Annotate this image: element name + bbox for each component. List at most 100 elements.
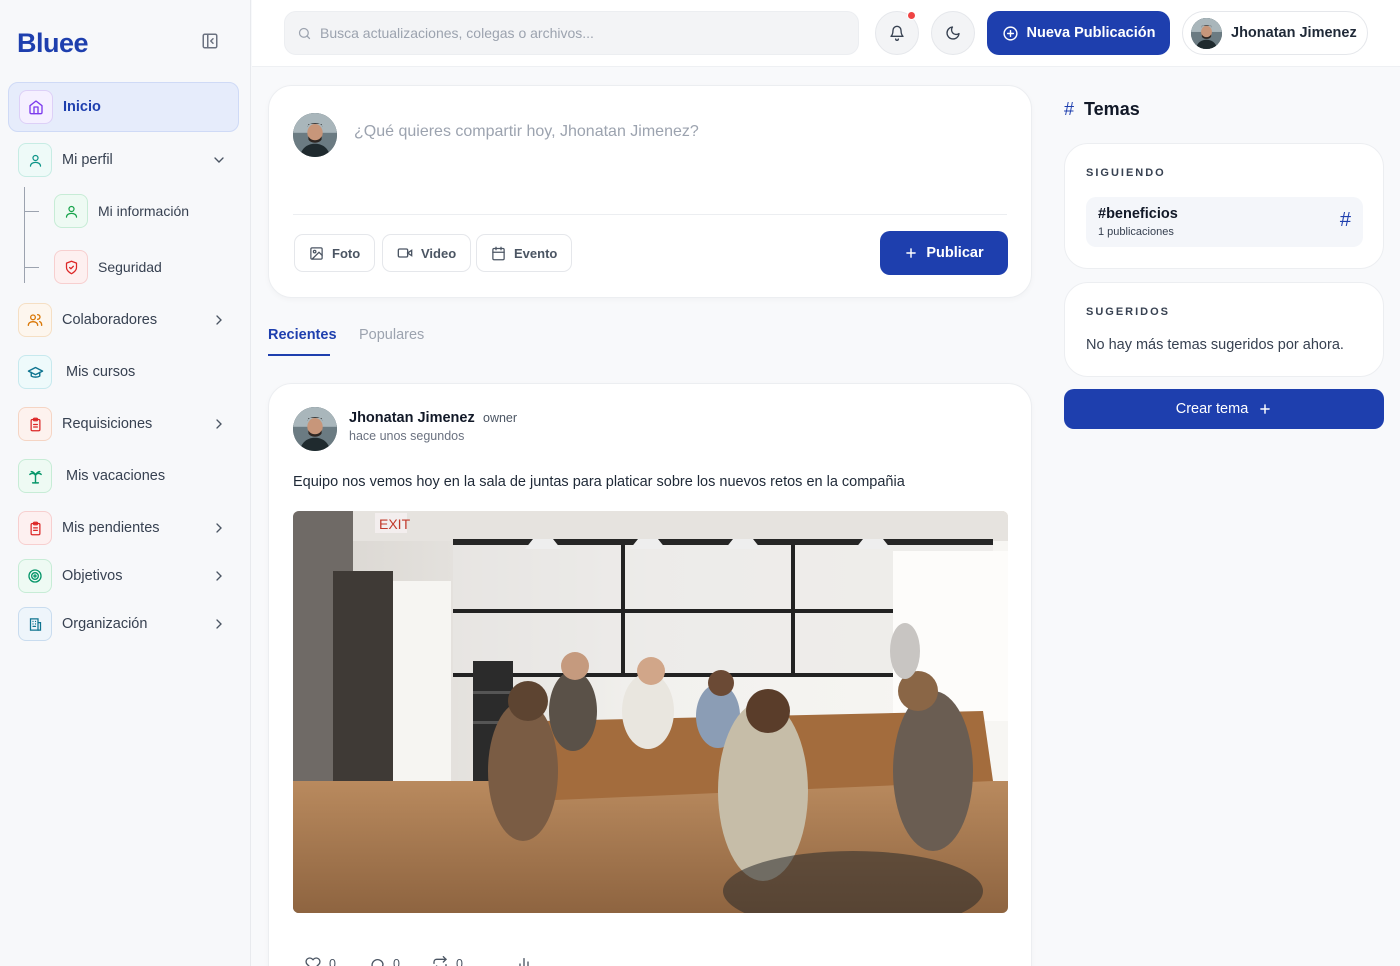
brand-logo[interactable]: Bluee: [17, 28, 89, 59]
bar-chart-icon: [519, 958, 529, 966]
sidebar-item-label: Colaboradores: [62, 312, 158, 328]
create-topic-button[interactable]: Crear tema: [1064, 389, 1384, 429]
comment-icon: [371, 958, 384, 966]
sidebar-item-mis-vacaciones[interactable]: Mis vacaciones: [8, 451, 239, 501]
image-icon: [310, 246, 323, 260]
sidebar-item-label: Organización: [62, 616, 148, 632]
svg-text:EXIT: EXIT: [379, 516, 411, 532]
clipboard-icon: [18, 407, 52, 441]
like-button[interactable]: 0: [305, 956, 336, 966]
publish-label: Publicar: [926, 245, 984, 261]
notifications-button[interactable]: [875, 11, 919, 55]
building-icon: [18, 607, 52, 641]
tree-branch: [24, 267, 39, 268]
clipboard-list-icon: [18, 511, 52, 545]
sidebar-item-label: Mis vacaciones: [66, 468, 166, 484]
search-bar[interactable]: [284, 11, 859, 55]
chevron-right-icon[interactable]: [211, 312, 227, 328]
sidebar-item-label: Objetivos: [62, 568, 123, 584]
plus-icon: [906, 248, 917, 258]
add-event-button[interactable]: Evento: [476, 234, 573, 272]
avatar[interactable]: [293, 407, 337, 451]
sidebar-item-label: Inicio: [63, 99, 101, 115]
new-post-label: Nueva Publicación: [1026, 25, 1156, 41]
sidebar-item-label: Mi perfil: [62, 152, 113, 168]
post-card: Jhonatan Jimenez owner hace unos segundo…: [268, 383, 1032, 966]
repost-button[interactable]: 0: [432, 956, 463, 966]
sidebar-collapse-icon[interactable]: [201, 32, 219, 50]
hashtag-icon: #: [1339, 209, 1351, 231]
topics-header: # Temas: [1064, 99, 1140, 120]
palm-tree-icon: [18, 459, 52, 493]
home-icon: [19, 90, 53, 124]
shield-icon: [54, 250, 88, 284]
sidebar-item-label: Mis pendientes: [62, 520, 160, 536]
plus-circle-icon: [1002, 25, 1018, 41]
chevron-right-icon[interactable]: [211, 416, 227, 432]
sidebar-item-colaboradores[interactable]: Colaboradores: [8, 295, 239, 345]
sidebar-item-inicio[interactable]: Inicio: [8, 82, 239, 132]
post-author[interactable]: Jhonatan Jimenez: [349, 410, 475, 426]
new-post-button[interactable]: Nueva Publicación: [987, 11, 1170, 55]
event-label: Evento: [514, 245, 558, 261]
post-timestamp: hace unos segundos: [349, 429, 465, 443]
add-video-button[interactable]: Video: [382, 234, 472, 272]
following-heading: SIGUIENDO: [1086, 167, 1166, 179]
topic-name: #beneficios: [1098, 206, 1178, 222]
target-icon: [18, 559, 52, 593]
moon-icon: [946, 26, 960, 40]
comment-button[interactable]: 0: [369, 956, 400, 966]
like-count: 0: [329, 957, 336, 966]
sidebar-item-mi-perfil[interactable]: Mi perfil: [8, 135, 239, 185]
chevron-right-icon[interactable]: [211, 568, 227, 584]
sidebar-subitem-mi-informacion[interactable]: Mi información: [54, 193, 189, 229]
notification-dot: [907, 11, 916, 20]
suggested-empty-message: No hay más temas sugeridos por ahora.: [1086, 337, 1344, 353]
chevron-right-icon[interactable]: [211, 616, 227, 632]
graduation-cap-icon: [18, 355, 52, 389]
post-composer: ¿Qué quieres compartir hoy, Jhonatan Jim…: [268, 85, 1032, 298]
add-photo-button[interactable]: Foto: [294, 234, 376, 272]
divider: [293, 214, 1007, 215]
topic-item[interactable]: #beneficios 1 publicaciones #: [1086, 197, 1363, 247]
plus-icon: [1260, 404, 1271, 414]
tab-populares[interactable]: Populares: [359, 327, 424, 343]
suggested-topics-card: SUGERIDOS No hay más temas sugeridos por…: [1064, 282, 1384, 377]
tab-recientes[interactable]: Recientes: [268, 327, 337, 343]
user-icon: [18, 143, 52, 177]
topics-title: Temas: [1084, 99, 1140, 119]
publish-button[interactable]: Publicar: [880, 231, 1008, 275]
following-topics-card: SIGUIENDO #beneficios 1 publicaciones #: [1064, 143, 1384, 269]
chevron-down-icon[interactable]: [211, 152, 227, 168]
theme-toggle-button[interactable]: [931, 11, 975, 55]
post-author-role: owner: [483, 411, 518, 425]
sidebar-item-label: Requisiciones: [62, 416, 153, 432]
suggested-heading: SUGERIDOS: [1086, 306, 1171, 318]
user-menu[interactable]: Jhonatan Jimenez: [1182, 11, 1368, 55]
post-image[interactable]: EXIT: [293, 511, 1008, 913]
sidebar-item-objetivos[interactable]: Objetivos: [8, 551, 239, 601]
avatar: [1191, 17, 1222, 49]
hashtag-icon: #: [1064, 99, 1075, 119]
sidebar-subitem-label: Seguridad: [98, 259, 162, 275]
topic-count: 1 publicaciones: [1098, 226, 1174, 238]
calendar-icon: [492, 246, 505, 260]
sidebar-item-organizacion[interactable]: Organización: [8, 599, 239, 649]
search-input[interactable]: [320, 25, 820, 41]
sidebar-item-mis-cursos[interactable]: Mis cursos: [8, 347, 239, 397]
sidebar-item-label: Mis cursos: [66, 364, 136, 380]
video-icon: [397, 248, 413, 258]
chevron-right-icon[interactable]: [211, 520, 227, 536]
sidebar-subitem-seguridad[interactable]: Seguridad: [54, 249, 162, 285]
user-name: Jhonatan Jimenez: [1231, 25, 1357, 41]
sidebar-subitem-label: Mi información: [98, 203, 190, 219]
search-icon: [298, 27, 311, 39]
sidebar-item-mis-pendientes[interactable]: Mis pendientes: [8, 503, 239, 553]
repost-count: 0: [456, 957, 463, 966]
sidebar-item-requisiciones[interactable]: Requisiciones: [8, 399, 239, 449]
stats-button[interactable]: [516, 956, 532, 966]
comment-count: 0: [393, 957, 400, 966]
tree-line: [24, 187, 25, 283]
composer-input[interactable]: ¿Qué quieres compartir hoy, Jhonatan Jim…: [354, 123, 699, 141]
video-label: Video: [421, 245, 457, 261]
